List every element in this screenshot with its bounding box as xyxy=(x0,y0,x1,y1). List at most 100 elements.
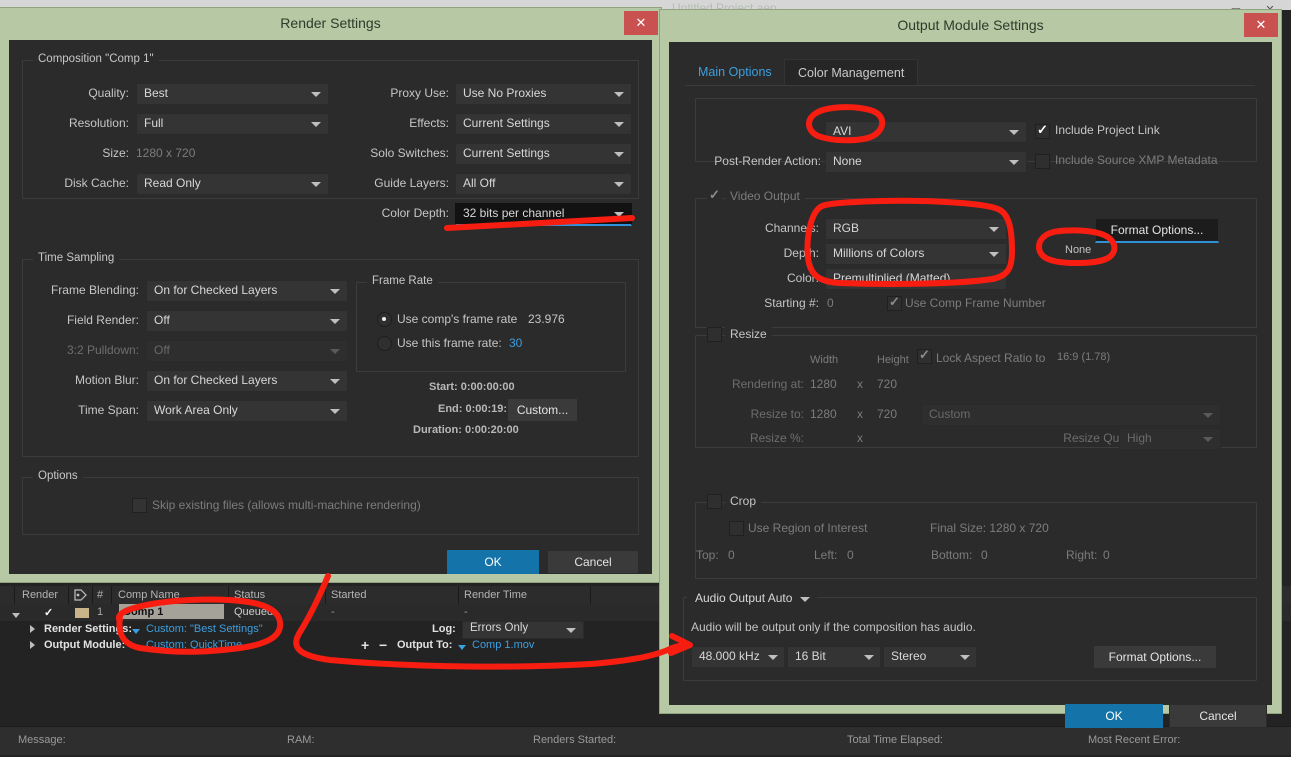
render-settings-cancel-button[interactable]: Cancel xyxy=(547,550,639,574)
field-render-value: Off xyxy=(154,313,170,327)
post-render-action-dropdown[interactable]: None xyxy=(825,151,1027,173)
output-module-dropdown-icon[interactable] xyxy=(132,641,140,653)
size-label: Size: xyxy=(102,146,129,160)
disk-cache-label: Disk Cache: xyxy=(64,176,129,190)
effects-value: Current Settings xyxy=(463,116,550,130)
row-comp-name[interactable]: Comp 1 xyxy=(123,606,163,618)
starting-number-label: Starting #: xyxy=(764,296,819,310)
audio-output-dropdown[interactable]: Audio Output Auto xyxy=(687,588,817,610)
motion-blur-dropdown[interactable]: On for Checked Layers xyxy=(146,370,348,392)
include-xmp-metadata-checkbox[interactable] xyxy=(1035,154,1050,169)
output-module-ok-button[interactable]: OK xyxy=(1065,704,1163,728)
render-settings-ok-button[interactable]: OK xyxy=(447,550,539,574)
resize-checkbox[interactable] xyxy=(707,327,722,342)
row-render-time: - xyxy=(464,606,468,618)
render-settings-close-button[interactable]: ✕ xyxy=(624,11,658,35)
audio-channels-dropdown[interactable]: Stereo xyxy=(883,646,977,668)
output-module-value-link[interactable]: Custom: QuickTime xyxy=(146,639,242,651)
crop-top-value: 0 xyxy=(728,548,735,562)
tag-icon[interactable] xyxy=(74,589,88,601)
tab-main-options[interactable]: Main Options xyxy=(685,59,785,86)
skip-existing-files-label: Skip existing files (allows multi-machin… xyxy=(152,498,421,512)
color-depth-dropdown[interactable]: 32 bits per channel xyxy=(455,203,632,226)
remove-output-module-button[interactable]: − xyxy=(379,637,387,653)
render-settings-dropdown-icon[interactable] xyxy=(132,625,140,637)
include-project-link-checkbox[interactable] xyxy=(1035,122,1050,139)
resize-to-height[interactable]: 720 xyxy=(877,407,897,421)
column-number[interactable]: # xyxy=(97,589,103,601)
output-module-settings-dialog[interactable]: Output Module Settings ✕ Main Options Co… xyxy=(660,10,1281,728)
channels-value: RGB xyxy=(833,221,860,235)
depth-dropdown[interactable]: Millions of Colors xyxy=(825,243,1007,265)
motion-blur-value: On for Checked Layers xyxy=(154,373,278,387)
proxy-use-dropdown[interactable]: Use No Proxies xyxy=(455,83,632,105)
lock-aspect-ratio-label: Lock Aspect Ratio to xyxy=(936,351,1046,365)
options-group-title: Options xyxy=(33,470,83,482)
tab-color-management[interactable]: Color Management xyxy=(784,59,919,86)
guide-layers-dropdown[interactable]: All Off xyxy=(455,173,632,195)
column-render[interactable]: Render xyxy=(22,589,58,601)
row-status: Queued xyxy=(234,606,274,618)
resize-percent-label: Resize %: xyxy=(749,431,804,445)
output-to-value-link[interactable]: Comp 1.mov xyxy=(472,639,534,651)
audio-bit-depth-value: 16 Bit xyxy=(795,649,826,663)
row-twirl-icon[interactable] xyxy=(12,609,20,621)
crop-right-label: Right: xyxy=(1066,548,1098,562)
format-dropdown[interactable]: AVI xyxy=(825,121,1027,143)
column-started[interactable]: Started xyxy=(331,589,366,601)
frame-blending-dropdown[interactable]: On for Checked Layers xyxy=(146,280,348,302)
include-xmp-metadata-label: Include Source XMP Metadata xyxy=(1055,153,1218,167)
output-module-close-button[interactable]: ✕ xyxy=(1244,13,1278,37)
video-output-group-title: Video Output xyxy=(725,189,805,203)
column-comp-name[interactable]: Comp Name xyxy=(118,589,180,601)
disk-cache-dropdown[interactable]: Read Only xyxy=(136,173,329,195)
quality-dropdown[interactable]: Best xyxy=(136,83,329,105)
resize-to-width[interactable]: 1280 xyxy=(810,407,837,421)
channels-label: Channels: xyxy=(764,221,819,235)
channels-dropdown[interactable]: RGB xyxy=(825,218,1007,240)
effects-dropdown[interactable]: Current Settings xyxy=(455,113,632,135)
use-this-frame-rate-value[interactable]: 30 xyxy=(509,336,522,350)
custom-time-span-button[interactable]: Custom... xyxy=(507,398,578,422)
use-comp-frame-rate-value: 23.976 xyxy=(528,312,565,326)
use-this-frame-rate-label: Use this frame rate: xyxy=(397,336,502,350)
video-output-checkbox[interactable] xyxy=(707,187,722,204)
video-format-options-button[interactable]: Format Options... xyxy=(1095,218,1219,243)
radio-use-comp-frame-rate[interactable] xyxy=(377,312,392,327)
output-module-body: Main Options Color Management Format: AV… xyxy=(669,42,1272,728)
row-label-color[interactable] xyxy=(75,608,89,618)
status-total-time: Total Time Elapsed: xyxy=(847,734,943,746)
color-dropdown[interactable]: Premultiplied (Matted) xyxy=(825,268,1007,290)
use-comp-frame-number-label: Use Comp Frame Number xyxy=(905,296,1046,310)
radio-use-this-frame-rate[interactable] xyxy=(377,336,392,351)
color-depth-label: Color Depth: xyxy=(381,206,449,220)
column-render-time[interactable]: Render Time xyxy=(464,589,527,601)
solo-switches-dropdown[interactable]: Current Settings xyxy=(455,143,632,165)
starting-number-value[interactable]: 0 xyxy=(827,296,834,310)
column-status[interactable]: Status xyxy=(234,589,265,601)
row-started: - xyxy=(331,606,335,618)
render-settings-twirl-icon[interactable] xyxy=(30,624,35,636)
render-settings-dialog[interactable]: Render Settings ✕ Composition "Comp 1" Q… xyxy=(0,8,661,582)
add-output-module-button[interactable]: + xyxy=(361,637,369,653)
resize-to-x: x xyxy=(857,407,863,421)
audio-bit-depth-dropdown[interactable]: 16 Bit xyxy=(787,646,881,668)
crop-checkbox[interactable] xyxy=(707,494,722,509)
row-render-checkbox[interactable]: ✓ xyxy=(44,606,53,619)
output-module-cancel-button[interactable]: Cancel xyxy=(1169,704,1267,728)
resize-group-title: Resize xyxy=(725,327,772,341)
audio-format-options-button[interactable]: Format Options... xyxy=(1093,645,1217,669)
resolution-dropdown[interactable]: Full xyxy=(136,113,329,135)
output-to-dropdown-icon[interactable] xyxy=(458,641,466,653)
time-span-dropdown[interactable]: Work Area Only xyxy=(146,400,348,422)
audio-sample-rate-dropdown[interactable]: 48.000 kHz xyxy=(691,646,785,668)
log-dropdown[interactable]: Errors Only xyxy=(462,621,584,639)
field-render-dropdown[interactable]: Off xyxy=(146,310,348,332)
proxy-use-value: Use No Proxies xyxy=(463,86,547,100)
crop-top-label: Top: xyxy=(696,548,719,562)
frame-blending-label: Frame Blending: xyxy=(50,283,139,297)
render-settings-value-link[interactable]: Custom: "Best Settings" xyxy=(146,623,263,635)
output-module-twirl-icon[interactable] xyxy=(30,640,35,652)
skip-existing-files-checkbox xyxy=(132,498,147,513)
color-label: Color: xyxy=(786,271,819,285)
